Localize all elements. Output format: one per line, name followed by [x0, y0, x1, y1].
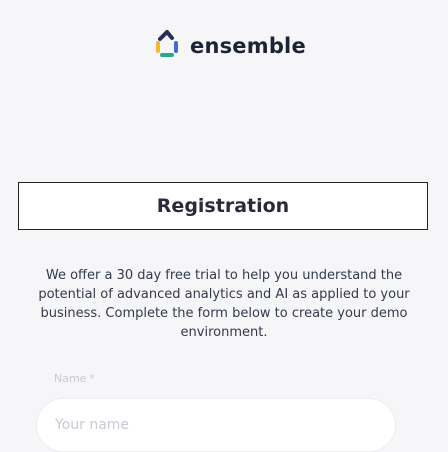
required-marker: *	[89, 372, 95, 385]
name-input[interactable]	[36, 398, 396, 452]
page-title: Registration	[156, 195, 290, 217]
intro-text: We offer a 30 day free trial to help you…	[38, 268, 410, 340]
name-label: Name *	[54, 372, 95, 385]
name-label-text: Name	[54, 372, 87, 385]
registration-banner: Registration	[18, 182, 428, 230]
ensemble-logo-icon	[152, 29, 190, 63]
page-header: ensemble	[0, 0, 448, 182]
brand-logo[interactable]: ensemble	[152, 26, 306, 66]
brand-name: ensemble	[190, 34, 306, 58]
